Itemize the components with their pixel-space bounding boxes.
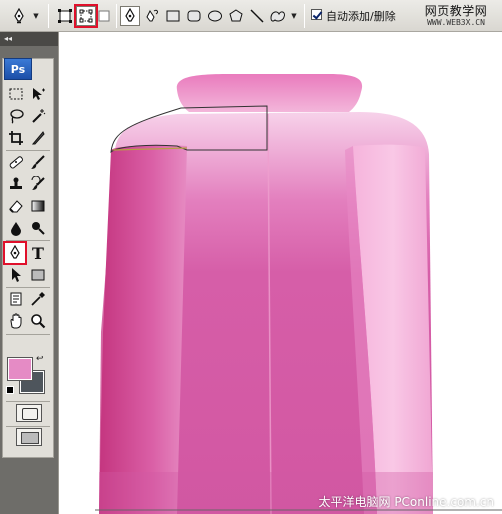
healing-brush-tool[interactable] xyxy=(6,152,26,172)
gradient-icon xyxy=(31,200,45,212)
custom-shape-dropdown[interactable]: ▼ xyxy=(289,6,299,26)
brush-tool[interactable] xyxy=(28,152,48,172)
rectangle-icon xyxy=(166,10,180,22)
watermark-top: 网页教学网 WWW.WEB3X.CN xyxy=(414,2,498,29)
paths-icon xyxy=(79,9,93,23)
slice-icon xyxy=(31,131,45,145)
notes-tool[interactable] xyxy=(6,289,26,309)
notes-icon xyxy=(10,292,22,306)
dodge-tool[interactable] xyxy=(28,218,48,238)
separator xyxy=(48,4,49,28)
separator xyxy=(304,4,305,28)
pen-tool[interactable] xyxy=(3,241,27,265)
marquee-tool[interactable] xyxy=(6,84,26,104)
zoom-tool[interactable] xyxy=(28,311,48,331)
marquee-icon xyxy=(9,88,23,100)
magic-wand-tool[interactable] xyxy=(28,106,48,126)
photoshop-window: ▼ ▼ 自动添加/删除 网页教学网 WWW.WEB3X.CN ◂◂ Ps T ↩… xyxy=(0,0,502,514)
toolbox-divider xyxy=(6,150,50,151)
toolbox-divider xyxy=(6,287,50,288)
eyedropper-tool[interactable] xyxy=(28,289,48,309)
toolbox: ◂◂ Ps T ↩ xyxy=(0,32,58,514)
eraser-tool[interactable] xyxy=(6,196,26,216)
pen-icon xyxy=(125,8,135,22)
watermark-top-title: 网页教学网 xyxy=(424,4,488,18)
toolbox-divider xyxy=(6,240,50,241)
dodge-icon xyxy=(32,222,45,235)
polygon-tool-button[interactable] xyxy=(226,6,246,26)
auto-add-delete-label: 自动添加/删除 xyxy=(326,10,396,23)
blur-tool[interactable] xyxy=(6,218,26,238)
default-colors-icon[interactable] xyxy=(6,386,14,394)
pen-tool-preset-button[interactable] xyxy=(8,6,30,26)
options-bar: ▼ ▼ 自动添加/删除 网页教学网 WWW.WEB3X.CN xyxy=(0,0,502,32)
toolbox-divider xyxy=(6,401,50,402)
photoshop-logo[interactable]: Ps xyxy=(4,58,32,80)
separator xyxy=(116,4,117,28)
line-icon xyxy=(250,9,264,23)
custom-shape-tool-button[interactable] xyxy=(268,6,288,26)
document-canvas[interactable]: 太平洋电脑网 PConline.com.cn xyxy=(58,32,502,514)
pen-tool-icon xyxy=(14,8,24,24)
eraser-icon xyxy=(9,200,23,213)
dropdown-arrow-icon: ▼ xyxy=(291,12,297,20)
paths-mode-button[interactable] xyxy=(74,4,98,28)
clone-stamp-tool[interactable] xyxy=(6,174,26,194)
shape-layers-icon xyxy=(58,9,72,23)
shape-layers-button[interactable] xyxy=(55,6,75,26)
hand-icon xyxy=(10,313,22,329)
type-tool-label: T xyxy=(32,243,44,263)
bandage-icon xyxy=(9,156,23,169)
watermark-top-url: WWW.WEB3X.CN xyxy=(427,18,485,27)
toolbox-divider xyxy=(6,334,50,335)
rounded-rectangle-tool-button[interactable] xyxy=(184,6,204,26)
watermark-bottom: 太平洋电脑网 PConline.com.cn xyxy=(318,495,495,509)
pen-button[interactable] xyxy=(120,6,140,26)
hand-tool[interactable] xyxy=(6,311,26,331)
polygon-icon xyxy=(229,9,243,22)
gradient-tool[interactable] xyxy=(28,196,48,216)
path-selection-tool[interactable] xyxy=(6,265,26,285)
line-tool-button[interactable] xyxy=(247,6,267,26)
eyedropper-icon xyxy=(31,292,45,306)
fill-pixels-button[interactable] xyxy=(97,6,111,26)
brush-icon xyxy=(31,155,45,169)
rounded-rectangle-icon xyxy=(187,10,201,22)
foreground-color-swatch[interactable] xyxy=(7,357,33,381)
crop-icon xyxy=(9,131,23,145)
stamp-icon xyxy=(10,177,22,189)
slice-tool[interactable] xyxy=(28,128,48,148)
quick-mask-button[interactable] xyxy=(16,404,42,422)
magic-wand-icon xyxy=(32,109,46,123)
toolbox-divider xyxy=(6,426,50,427)
toolbox-collapse[interactable]: ◂◂ xyxy=(0,32,58,46)
rectangle-tool-button[interactable] xyxy=(163,6,183,26)
ellipse-icon xyxy=(208,10,222,22)
bottle-artwork xyxy=(95,74,502,514)
custom-shape-icon xyxy=(270,11,285,22)
path-selection-icon xyxy=(12,268,21,282)
swap-colors-icon[interactable]: ↩ xyxy=(36,354,44,364)
tool-preset-dropdown[interactable]: ▼ xyxy=(31,6,41,26)
dropdown-arrow-icon: ▼ xyxy=(33,12,39,20)
history-brush-tool[interactable] xyxy=(28,174,48,194)
freeform-pen-icon xyxy=(146,9,158,22)
auto-add-delete-checkbox[interactable] xyxy=(311,9,322,20)
move-tool[interactable] xyxy=(28,84,48,104)
lasso-tool[interactable] xyxy=(6,106,26,126)
type-tool[interactable]: T xyxy=(28,243,48,263)
rectangle-shape-icon xyxy=(31,269,45,281)
lasso-icon xyxy=(10,109,24,124)
zoom-icon xyxy=(31,314,46,329)
shape-tool[interactable] xyxy=(28,265,48,285)
move-icon xyxy=(33,88,45,100)
ellipse-tool-button[interactable] xyxy=(205,6,225,26)
fill-pixels-icon xyxy=(98,10,110,22)
blur-icon xyxy=(11,222,21,236)
history-brush-icon xyxy=(31,176,45,190)
screen-mode-button[interactable] xyxy=(16,428,42,446)
freeform-pen-button[interactable] xyxy=(142,6,162,26)
pen-tool-icon xyxy=(10,245,20,259)
crop-tool[interactable] xyxy=(6,128,26,148)
